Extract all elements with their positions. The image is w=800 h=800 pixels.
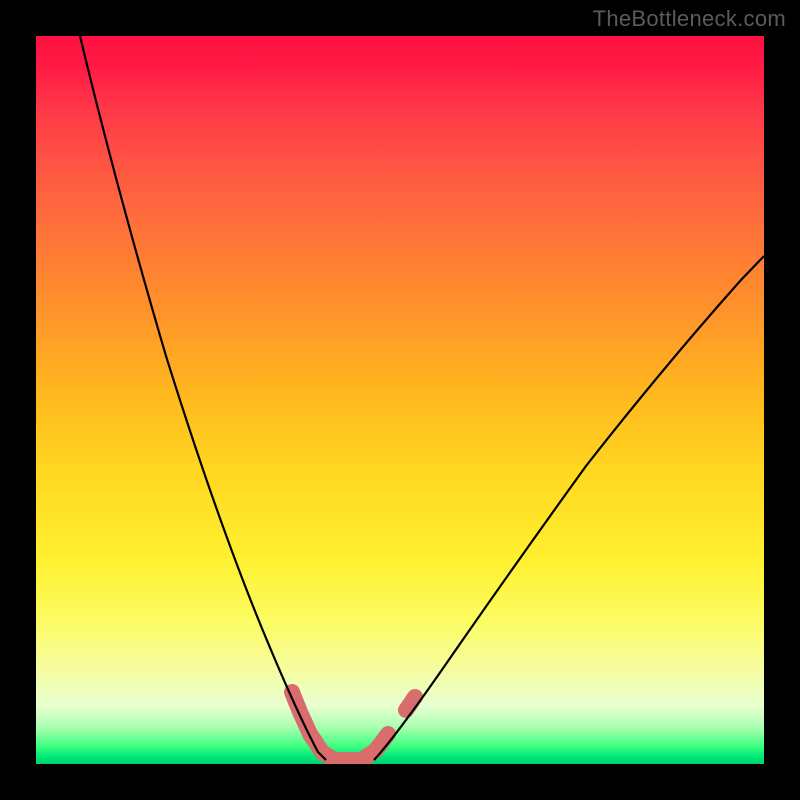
curves-layer [36, 36, 764, 764]
right-curve [374, 256, 764, 760]
chart-frame: TheBottleneck.com [0, 0, 800, 800]
plot-area [36, 36, 764, 764]
watermark-text: TheBottleneck.com [593, 6, 786, 32]
left-curve [80, 36, 326, 760]
valley-highlight [292, 692, 388, 760]
